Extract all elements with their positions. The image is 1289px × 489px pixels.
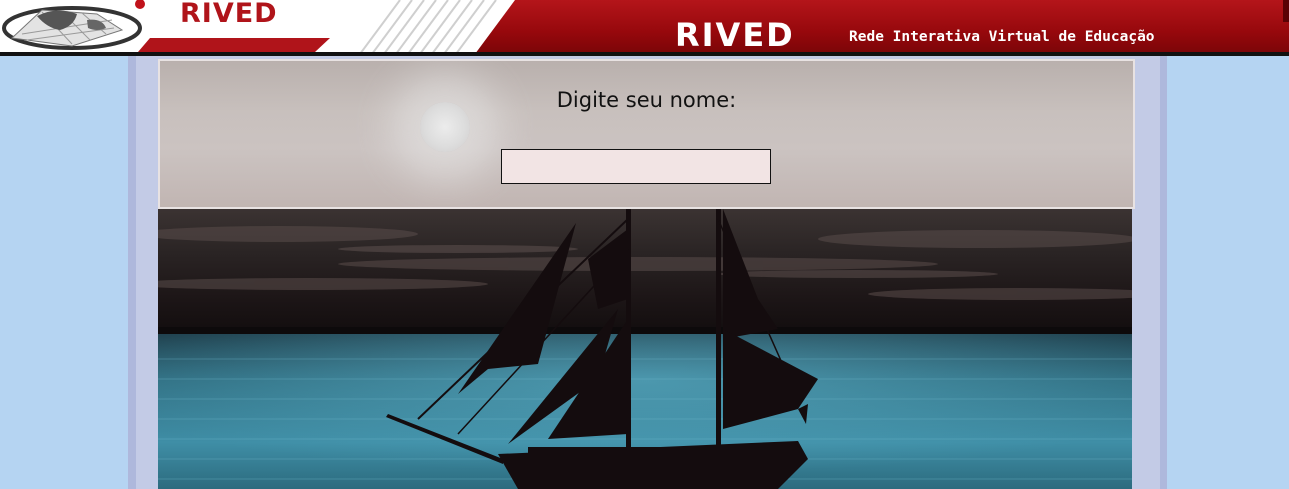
brand-logo-small: RIVED — [180, 0, 278, 29]
site-subtitle: Rede Interativa Virtual de Educação — [849, 29, 1155, 45]
name-input[interactable] — [501, 149, 771, 184]
name-prompt-label: Digite seu nome: — [556, 88, 737, 112]
header-banner: RIVED RIVED Rede Interativa Virtual de E… — [0, 0, 1289, 54]
ship-scene-image — [158, 209, 1132, 489]
brand-logo-large: RIVED — [675, 16, 795, 54]
sailing-ship-icon — [158, 209, 1132, 489]
name-entry-panel: Digite seu nome: — [158, 59, 1135, 209]
rived-logo-icon — [2, 0, 145, 50]
